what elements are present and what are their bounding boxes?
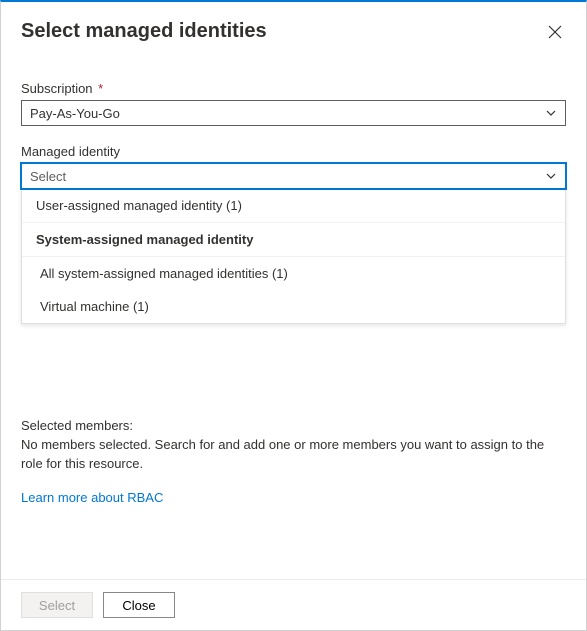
subscription-combobox[interactable]: Pay-As-You-Go bbox=[21, 100, 566, 126]
required-mark: * bbox=[98, 81, 103, 96]
chevron-down-icon bbox=[545, 107, 557, 119]
dropdown-item-all-system[interactable]: All system-assigned managed identities (… bbox=[22, 257, 565, 290]
managed-identity-placeholder: Select bbox=[30, 169, 66, 184]
subscription-value: Pay-As-You-Go bbox=[30, 106, 120, 121]
select-button: Select bbox=[21, 592, 93, 618]
panel-title: Select managed identities bbox=[21, 20, 267, 43]
managed-identity-dropdown: User-assigned managed identity (1) Syste… bbox=[21, 189, 566, 324]
close-icon[interactable] bbox=[544, 21, 566, 43]
selected-members-label: Selected members: bbox=[21, 418, 566, 433]
dropdown-item-user-assigned[interactable]: User-assigned managed identity (1) bbox=[22, 189, 565, 223]
subscription-label-text: Subscription bbox=[21, 81, 93, 96]
dropdown-item-virtual-machine[interactable]: Virtual machine (1) bbox=[22, 290, 565, 323]
subscription-label: Subscription * bbox=[21, 81, 566, 96]
learn-more-rbac-link[interactable]: Learn more about RBAC bbox=[21, 490, 163, 505]
close-button[interactable]: Close bbox=[103, 592, 175, 618]
chevron-down-icon bbox=[545, 170, 557, 182]
managed-identity-label: Managed identity bbox=[21, 144, 566, 159]
selected-members-hint: No members selected. Search for and add … bbox=[21, 436, 566, 474]
dropdown-header-system-assigned: System-assigned managed identity bbox=[22, 223, 565, 257]
managed-identity-combobox[interactable]: Select bbox=[21, 163, 566, 189]
